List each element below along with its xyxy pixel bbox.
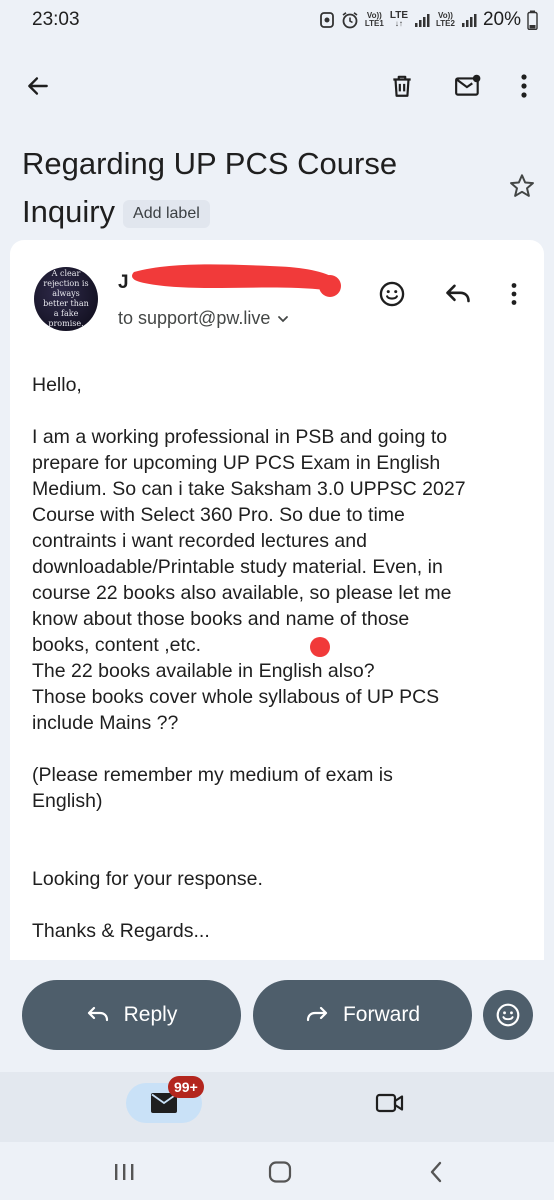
mark-unread-button[interactable] — [446, 64, 490, 108]
unread-count-badge: 99+ — [168, 1076, 204, 1098]
more-vert-icon — [521, 74, 527, 98]
emoji-icon — [496, 1003, 520, 1027]
body-line: contraints i want recorded lectures and — [32, 530, 367, 552]
message-more-button[interactable] — [496, 274, 532, 314]
body-signoff: Thanks & Regards... — [32, 920, 210, 942]
body-line: prepare for upcoming UP PCS Exam in Engl… — [32, 452, 441, 474]
mark-unread-icon — [455, 74, 481, 96]
delete-button[interactable] — [380, 64, 424, 108]
sim2-indicator: Vo)) LTE2 — [436, 11, 455, 28]
body-line: know about those books and name of those — [32, 608, 410, 630]
reply-label: Reply — [123, 1003, 178, 1026]
forward-button[interactable]: Forward — [253, 980, 472, 1050]
data-saver-icon — [319, 12, 334, 28]
signal-icon — [415, 14, 430, 27]
more-vert-icon — [511, 283, 517, 305]
battery-icon — [527, 10, 538, 30]
body-line: downloadable/Printable study material. E… — [32, 556, 443, 578]
signal-icon — [461, 14, 477, 27]
delete-icon — [393, 75, 411, 97]
email-subject: Regarding UP PCS Course Inquiry Add label — [22, 140, 482, 236]
system-navigation-bar — [0, 1142, 554, 1200]
body-greeting: Hello, — [32, 374, 82, 396]
react-emoji-button[interactable] — [483, 990, 533, 1040]
forward-icon — [306, 1006, 328, 1022]
sim1-indicator: Vo)) LTE1 — [364, 11, 384, 28]
body-line: include Mains ?? — [32, 712, 179, 734]
body-line: Those books cover whole syllabous of UP … — [32, 686, 440, 708]
redaction-dot — [310, 637, 330, 657]
star-button[interactable] — [500, 166, 544, 206]
emoji-icon — [379, 281, 405, 307]
more-options-button[interactable] — [504, 64, 544, 108]
back-button[interactable] — [16, 64, 60, 108]
body-line: books, content ,etc. — [32, 634, 202, 656]
sender-name-row[interactable]: J — [118, 264, 358, 302]
reply-icon-button[interactable] — [434, 274, 482, 314]
action-bar: Reply Forward — [0, 980, 554, 1050]
add-label-button[interactable]: Add label — [123, 199, 210, 228]
bottom-navigation: 99+ — [0, 1072, 554, 1142]
battery-percent: 20% — [482, 9, 521, 30]
sender-name: J — [118, 272, 129, 293]
body-line: Medium. So can i take Saksham 3.0 UPPSC … — [32, 478, 466, 500]
body-line: course 22 books also available, so pleas… — [32, 582, 452, 604]
recent-apps-icon — [115, 1164, 134, 1180]
back-nav-button[interactable] — [412, 1154, 460, 1190]
tab-meet[interactable] — [372, 1088, 408, 1118]
alarm-icon — [342, 12, 358, 29]
recipient-toggle[interactable]: to support@pw.live — [118, 308, 290, 329]
message-card: A clear rejection is always better than … — [10, 240, 544, 960]
chevron-down-icon — [278, 315, 289, 322]
body-closing: Looking for your response. — [32, 868, 263, 890]
email-body: Hello, I am a working professional in PS… — [32, 372, 522, 944]
star-icon — [510, 174, 534, 197]
back-arrow-icon — [28, 77, 48, 95]
redaction-scribble — [132, 264, 341, 297]
reply-icon — [87, 1006, 108, 1022]
add-reaction-button[interactable] — [368, 274, 416, 314]
lte-indicator: LTE ↓↑ — [389, 10, 408, 28]
recent-apps-button[interactable] — [100, 1154, 148, 1190]
body-note-line: English) — [32, 790, 103, 812]
status-bar: 23:03 Vo)) LTE1 LTE ↓↑ Vo)) LTE2 20% — [0, 0, 554, 42]
body-line: Course with Select 360 Pro. So due to ti… — [32, 504, 405, 526]
status-icons: Vo)) LTE1 LTE ↓↑ Vo)) LTE2 20% — [319, 9, 538, 31]
status-time: 23:03 — [32, 9, 80, 30]
home-icon — [268, 1161, 292, 1183]
reply-button[interactable]: Reply — [22, 980, 241, 1050]
app-bar — [0, 56, 554, 116]
reply-icon — [446, 284, 470, 303]
chevron-left-icon — [430, 1161, 442, 1183]
body-line: I am a working professional in PSB and g… — [32, 426, 448, 448]
video-camera-icon — [375, 1093, 404, 1113]
body-line: The 22 books available in English also? — [32, 660, 375, 682]
forward-label: Forward — [342, 1003, 421, 1026]
avatar[interactable]: A clear rejection is always better than … — [34, 267, 98, 331]
recipient-text: to support@pw.live — [118, 308, 271, 328]
home-button[interactable] — [256, 1154, 304, 1190]
body-note-line: (Please remember my medium of exam is — [32, 764, 393, 786]
